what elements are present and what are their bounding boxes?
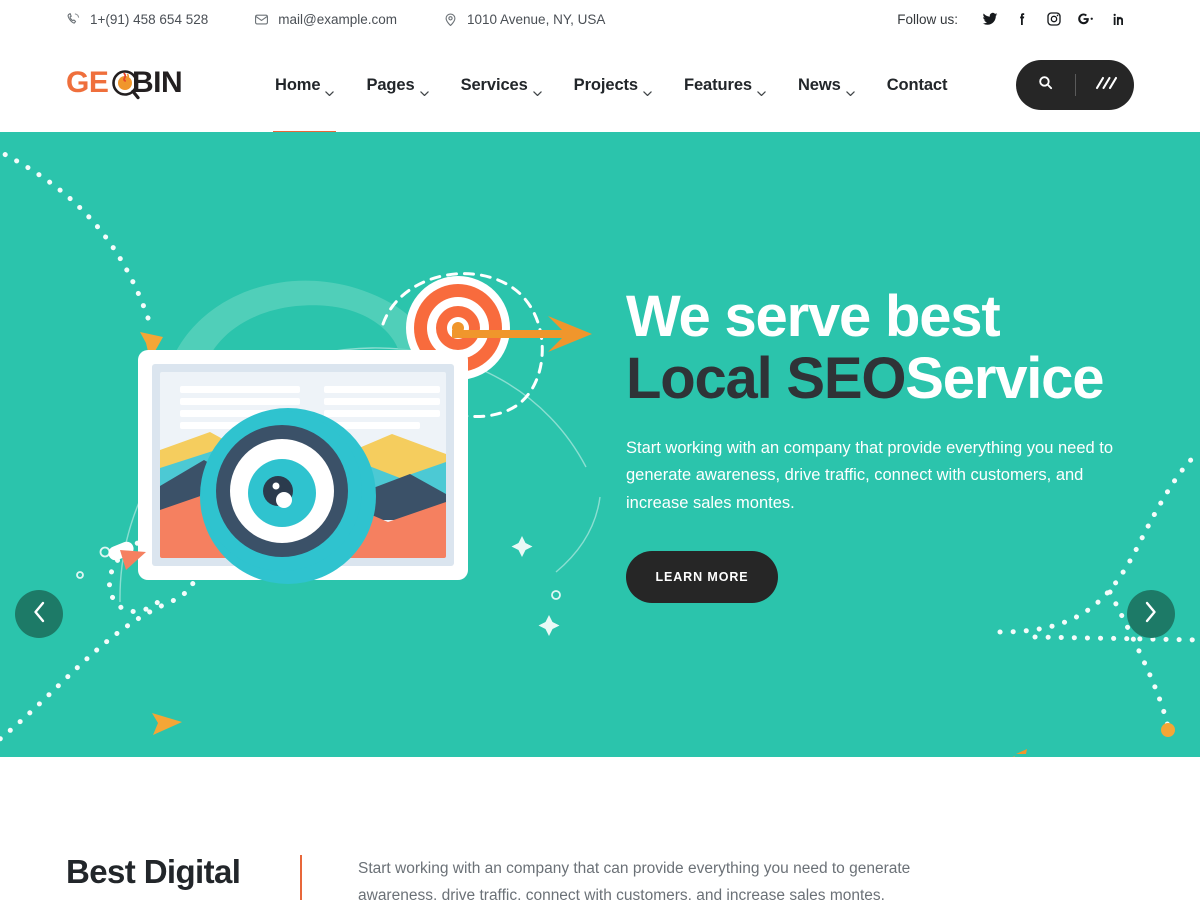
topbar-phone-text: 1+(91) 458 654 528: [90, 11, 209, 27]
chevron-down-icon: [419, 82, 429, 96]
hero-title-line2-light: Service: [905, 345, 1104, 411]
hero-illustration: [100, 238, 600, 618]
social-link-google-plus[interactable]: [1070, 6, 1102, 32]
chevron-down-icon: [757, 82, 766, 96]
site-logo[interactable]: GE BIN: [66, 63, 194, 107]
hamburger-slanted-icon: [1093, 74, 1117, 97]
slider-next-button[interactable]: [1127, 590, 1175, 638]
follow-us-label: Follow us:: [897, 11, 958, 27]
social-link-instagram[interactable]: [1038, 6, 1070, 32]
nav-item-home-label: Home: [275, 75, 321, 94]
svg-text:GE: GE: [66, 66, 108, 99]
top-info-bar: 1+(91) 458 654 528 mail@example.com 1010…: [0, 0, 1200, 38]
chevron-down-icon: [325, 82, 335, 96]
hero-title: We serve best Local SEOService: [626, 286, 1146, 409]
nav-item-projects[interactable]: Projects: [558, 75, 668, 96]
nav-item-news-label: News: [797, 75, 841, 94]
site-header: GE BIN Home Pages Services Projects Feat…: [0, 38, 1200, 134]
hero-title-line2-dark: Local SEO: [626, 345, 906, 411]
social-links: [974, 6, 1134, 32]
chevron-right-icon: [1144, 601, 1158, 628]
chevron-down-icon: [532, 82, 542, 96]
nav-item-home[interactable]: Home: [259, 75, 350, 134]
hero-slider: We serve best Local SEOService Start wor…: [0, 132, 1200, 757]
social-link-twitter[interactable]: [974, 6, 1006, 32]
hero-title-line1: We serve best: [626, 284, 1001, 350]
search-icon: [1037, 74, 1054, 96]
about-title: Best Digital: [66, 853, 241, 890]
chevron-down-icon: [845, 82, 855, 96]
topbar-phone[interactable]: 1+(91) 458 654 528: [66, 12, 208, 27]
facebook-icon: [1014, 11, 1030, 27]
twitter-icon: [982, 11, 998, 27]
nav-item-features-label: Features: [684, 75, 752, 94]
search-button[interactable]: [1017, 74, 1075, 96]
social-link-linkedin[interactable]: [1102, 6, 1134, 32]
nav-item-features[interactable]: Features: [668, 75, 782, 96]
nav-item-contact[interactable]: Contact: [871, 76, 964, 95]
nav-item-projects-label: Projects: [573, 75, 638, 94]
svg-text:BIN: BIN: [132, 66, 182, 99]
topbar-email-text: mail@example.com: [278, 11, 397, 27]
phone-icon: [66, 12, 81, 27]
nav-item-news[interactable]: News: [782, 75, 871, 96]
google-plus-icon: [1077, 11, 1095, 27]
about-intro-section: Best Digital Start working with an compa…: [0, 757, 1200, 900]
topbar-email[interactable]: mail@example.com: [254, 12, 397, 27]
social-link-facebook[interactable]: [1006, 6, 1038, 32]
about-paragraph: Start working with an company that can p…: [358, 860, 911, 900]
nav-item-services[interactable]: Services: [445, 75, 558, 96]
menu-toggle-button[interactable]: [1076, 74, 1134, 97]
location-pin-icon: [443, 12, 458, 27]
nav-item-services-label: Services: [460, 75, 528, 94]
topbar-address-text: 1010 Avenue, NY, USA: [466, 11, 606, 27]
hero-content: We serve best Local SEOService Start wor…: [626, 132, 1146, 757]
learn-more-button[interactable]: LEARN MORE: [626, 550, 778, 603]
header-actions: [1016, 60, 1134, 110]
linkedin-icon: [1110, 11, 1126, 27]
topbar-address[interactable]: 1010 Avenue, NY, USA: [443, 12, 605, 27]
top-contact-group: 1+(91) 458 654 528 mail@example.com 1010…: [66, 12, 605, 27]
slider-prev-button[interactable]: [15, 590, 63, 638]
follow-group: Follow us:: [897, 6, 1134, 32]
hero-paragraph: Start working with an company that provi…: [626, 439, 1114, 512]
search-menu-pill[interactable]: [1016, 60, 1134, 110]
chevron-down-icon: [643, 82, 652, 96]
vertical-separator: [300, 855, 302, 900]
main-navigation: Home Pages Services Projects Features Ne…: [259, 75, 964, 134]
nav-item-contact-label: Contact: [886, 75, 948, 94]
chevron-left-icon: [32, 601, 46, 628]
instagram-icon: [1046, 11, 1062, 27]
nav-item-pages-label: Pages: [366, 75, 415, 94]
about-intro-row: Best Digital Start working with an compa…: [66, 757, 1134, 900]
envelope-icon: [254, 12, 269, 27]
nav-item-pages[interactable]: Pages: [350, 75, 444, 96]
